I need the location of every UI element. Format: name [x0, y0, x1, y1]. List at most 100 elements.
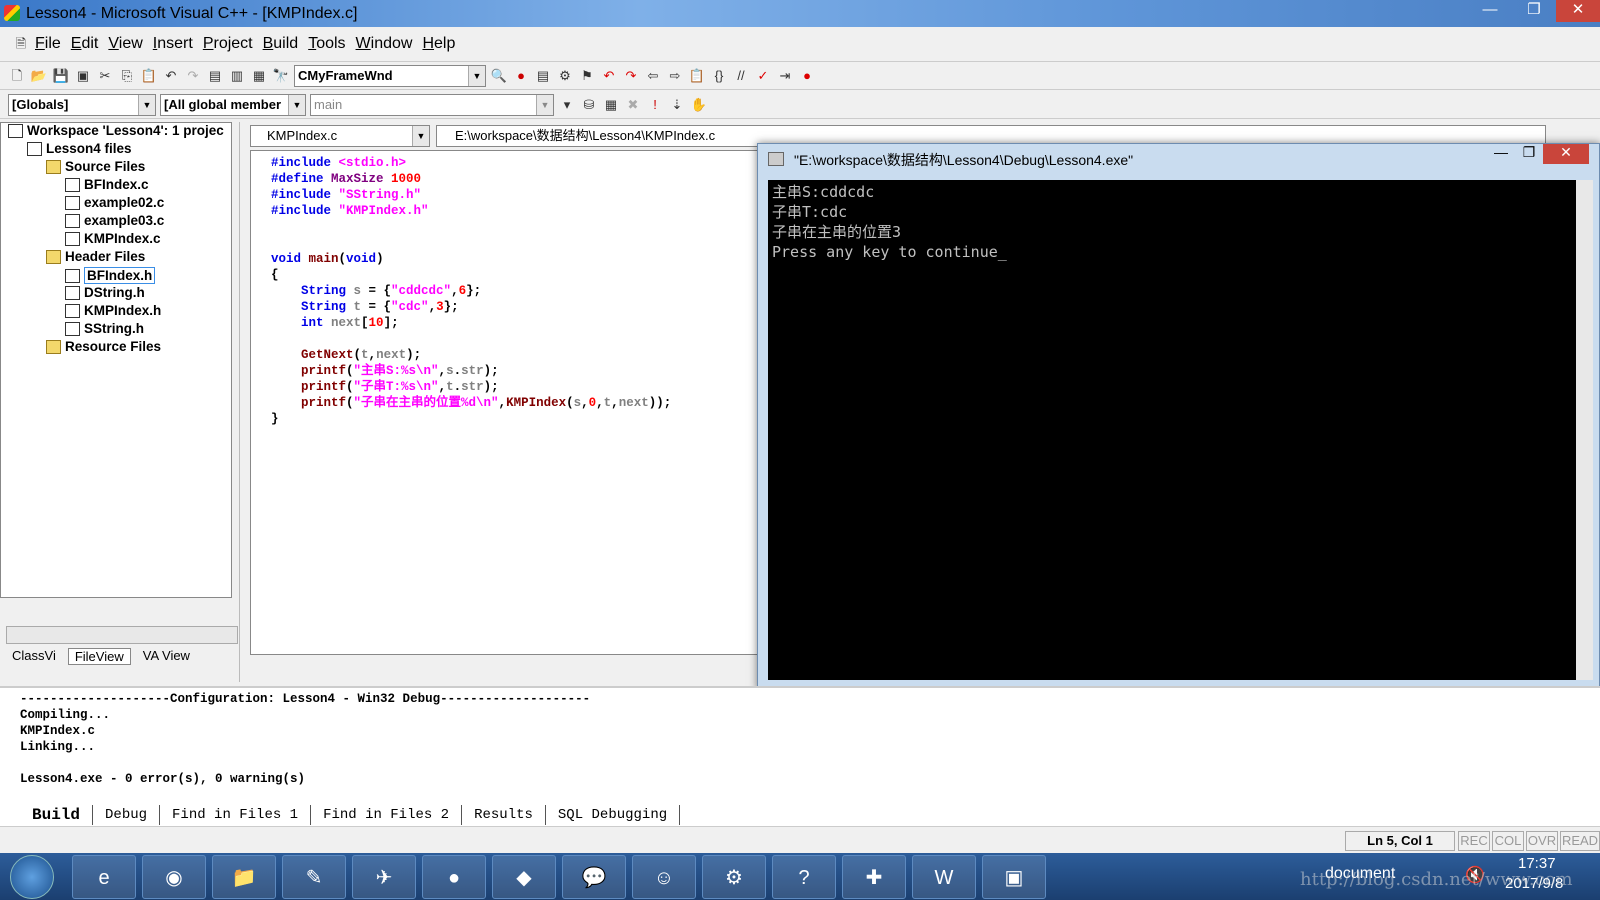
- build-icon[interactable]: ▤: [534, 67, 552, 85]
- output-tab[interactable]: Find in Files 1: [160, 805, 312, 825]
- wechat-icon[interactable]: 💬: [562, 855, 626, 899]
- menu-tools[interactable]: Tools: [303, 35, 350, 53]
- menu-insert[interactable]: Insert: [148, 35, 198, 53]
- braces-icon[interactable]: {}: [710, 67, 728, 85]
- project-icon: [27, 141, 42, 156]
- file-explorer-icon[interactable]: 📁: [212, 855, 276, 899]
- tree-item[interactable]: KMPIndex.h: [65, 303, 161, 318]
- java-ee-ide-icon[interactable]: ⚙: [702, 855, 766, 899]
- console-maximize-button[interactable]: ❐: [1515, 144, 1543, 164]
- execute-icon[interactable]: !: [646, 96, 664, 114]
- wizard-actions-icon[interactable]: ▾: [558, 96, 576, 114]
- menu-file[interactable]: File: [30, 35, 66, 53]
- tab-classview[interactable]: ClassVi: [6, 648, 62, 665]
- output-tab[interactable]: Build: [20, 805, 94, 825]
- avatar-app-icon[interactable]: ☺: [632, 855, 696, 899]
- output-icon[interactable]: ▥: [228, 67, 246, 85]
- notepad-icon[interactable]: ✎: [282, 855, 346, 899]
- tomato-icon[interactable]: ●: [798, 67, 816, 85]
- tab-fileview[interactable]: FileView: [67, 648, 131, 665]
- close-button[interactable]: ✕: [1556, 0, 1600, 22]
- app-green-icon[interactable]: ●: [422, 855, 486, 899]
- output-tab[interactable]: Find in Files 2: [311, 805, 463, 825]
- find-in-files-icon[interactable]: 🔭: [272, 67, 290, 85]
- tree-item[interactable]: DString.h: [65, 285, 145, 300]
- tree-item[interactable]: Lesson4 files: [27, 141, 132, 156]
- build-mini-icon[interactable]: ⛁: [580, 96, 598, 114]
- tree-item[interactable]: example03.c: [65, 213, 164, 228]
- function-combo[interactable]: main ▼: [310, 93, 554, 116]
- console-minimize-button[interactable]: —: [1487, 144, 1515, 164]
- tree-item[interactable]: example02.c: [65, 195, 164, 210]
- code-token: "SString.h": [338, 188, 422, 202]
- forward-icon[interactable]: ⇨: [666, 67, 684, 85]
- minimize-button[interactable]: —: [1468, 0, 1512, 22]
- save-icon[interactable]: 💾: [52, 67, 70, 85]
- clipboard-icon[interactable]: 📋: [688, 67, 706, 85]
- chrome-icon[interactable]: ◉: [142, 855, 206, 899]
- console-scrollbar[interactable]: [1576, 180, 1593, 680]
- vc6-icon[interactable]: ✚: [842, 855, 906, 899]
- goto-icon[interactable]: ⇥: [776, 67, 794, 85]
- globals-combo[interactable]: [Globals] ▼: [8, 93, 156, 116]
- help-icon[interactable]: ?: [772, 855, 836, 899]
- code-editor[interactable]: #include <stdio.h> #define MaxSize 1000 #i…: [250, 150, 760, 655]
- tree-item[interactable]: KMPIndex.c: [65, 231, 161, 246]
- internet-explorer-icon[interactable]: e: [72, 855, 136, 899]
- build-all-icon[interactable]: ▦: [602, 96, 620, 114]
- tree-item-label: KMPIndex.c: [84, 231, 161, 246]
- tree-item[interactable]: BFIndex.h: [65, 267, 156, 284]
- windows-list-icon[interactable]: ▦: [250, 67, 268, 85]
- breakpoint-hand-icon[interactable]: ✋: [690, 96, 708, 114]
- compile-icon[interactable]: ●: [512, 67, 530, 85]
- tree-item[interactable]: BFIndex.c: [65, 177, 149, 192]
- cpp-icon[interactable]: ⚙: [556, 67, 574, 85]
- output-tab[interactable]: Debug: [93, 805, 161, 825]
- spell-check-icon[interactable]: ✓: [754, 67, 772, 85]
- menu-view[interactable]: View: [103, 35, 147, 53]
- word-icon[interactable]: W: [912, 855, 976, 899]
- comment-icon[interactable]: //: [732, 67, 750, 85]
- menu-edit[interactable]: Edit: [66, 35, 104, 53]
- back-icon[interactable]: ⇦: [644, 67, 662, 85]
- workspace-icon[interactable]: ▤: [206, 67, 224, 85]
- menu-project[interactable]: Project: [198, 35, 258, 53]
- new-file-icon[interactable]: 🗋: [8, 67, 26, 85]
- copy-icon[interactable]: ⎘: [118, 67, 136, 85]
- start-button[interactable]: [10, 855, 54, 899]
- tree-item[interactable]: Header Files: [46, 249, 145, 264]
- code-token: ];: [383, 316, 399, 330]
- undo-red-icon[interactable]: ↶: [600, 67, 618, 85]
- postman-icon[interactable]: ✈: [352, 855, 416, 899]
- redo-icon[interactable]: ↷: [184, 67, 202, 85]
- horizontal-scrollbar[interactable]: [6, 626, 238, 644]
- window-app-icon[interactable]: ▣: [982, 855, 1046, 899]
- file-combo[interactable]: KMPIndex.c ▼: [250, 125, 430, 147]
- output-tab[interactable]: SQL Debugging: [546, 805, 681, 825]
- paste-icon[interactable]: 📋: [140, 67, 158, 85]
- members-combo[interactable]: [All global member ▼: [160, 93, 306, 116]
- tree-item[interactable]: SString.h: [65, 321, 144, 336]
- step-into-icon[interactable]: ⇣: [668, 96, 686, 114]
- output-tab[interactable]: Results: [462, 805, 546, 825]
- menu-build[interactable]: Build: [258, 35, 304, 53]
- cut-icon[interactable]: ✂: [96, 67, 114, 85]
- feishu-icon[interactable]: ◆: [492, 855, 556, 899]
- code-token: 1000: [391, 172, 422, 186]
- menu-window[interactable]: Window: [351, 35, 418, 53]
- undo-icon[interactable]: ↶: [162, 67, 180, 85]
- bookmark-icon[interactable]: ⚑: [578, 67, 596, 85]
- tab-vaview[interactable]: VA View: [137, 648, 196, 665]
- open-icon[interactable]: 📂: [30, 67, 48, 85]
- tree-item[interactable]: Workspace 'Lesson4': 1 projec: [8, 123, 224, 138]
- tree-item[interactable]: Resource Files: [46, 339, 161, 354]
- tree-item[interactable]: Source Files: [46, 159, 145, 174]
- redo-red-icon[interactable]: ↷: [622, 67, 640, 85]
- stop-build-icon[interactable]: ✖: [624, 96, 642, 114]
- save-all-icon[interactable]: ▣: [74, 67, 92, 85]
- menu-help[interactable]: Help: [417, 35, 460, 53]
- console-close-button[interactable]: ✕: [1543, 144, 1589, 164]
- find-icon[interactable]: 🔍: [490, 67, 508, 85]
- maximize-button[interactable]: ❐: [1512, 0, 1556, 22]
- class-combo[interactable]: CMyFrameWnd ▼: [294, 64, 486, 87]
